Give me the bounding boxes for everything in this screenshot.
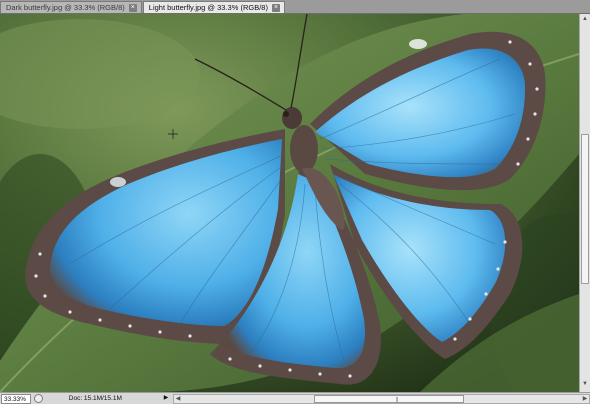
close-icon[interactable]: ×: [271, 3, 280, 12]
tab-label: Dark butterfly.jpg @ 33.3% (RGB/8): [6, 3, 125, 12]
status-menu-arrow-icon[interactable]: ▶: [162, 394, 170, 403]
tab-light-butterfly[interactable]: Light butterfly.jpg @ 33.3% (RGB/8) ×: [142, 1, 285, 13]
status-bar: 33.33% Doc: 15.1M/15.1M ▶ ◀ ||| ▶: [0, 392, 590, 404]
scroll-up-icon[interactable]: ▲: [581, 15, 589, 24]
zoom-level-field[interactable]: 33.33%: [1, 393, 31, 404]
scroll-down-icon[interactable]: ▼: [581, 380, 589, 389]
butterfly-photo: [0, 14, 579, 392]
scroll-grip-icon: |||: [396, 396, 398, 403]
vertical-scrollbar[interactable]: ▲ ▼: [579, 14, 590, 392]
status-info-icon[interactable]: [33, 394, 43, 403]
horizontal-scrollbar[interactable]: ◀ ||| ▶: [173, 393, 590, 404]
document-canvas[interactable]: [0, 14, 579, 392]
tab-label: Light butterfly.jpg @ 33.3% (RGB/8): [148, 3, 268, 12]
horizontal-scroll-thumb[interactable]: [314, 394, 465, 403]
document-size: Doc: 15.1M/15.1M: [68, 395, 122, 402]
tab-dark-butterfly[interactable]: Dark butterfly.jpg @ 33.3% (RGB/8) ×: [0, 1, 142, 13]
vertical-scroll-thumb[interactable]: [581, 134, 589, 284]
document-tab-bar: Dark butterfly.jpg @ 33.3% (RGB/8) × Lig…: [0, 0, 590, 14]
scroll-right-icon[interactable]: ▶: [581, 395, 589, 403]
close-icon[interactable]: ×: [128, 3, 137, 12]
scroll-left-icon[interactable]: ◀: [174, 395, 182, 403]
